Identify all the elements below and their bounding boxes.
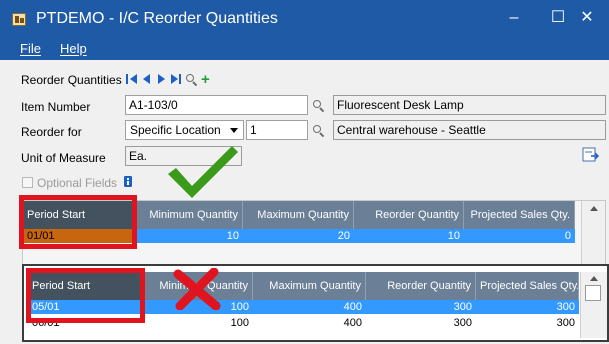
cell-reorder-quantity[interactable]: 10	[354, 229, 464, 243]
info-icon[interactable]	[123, 175, 133, 188]
header-maximum-quantity[interactable]: Maximum Quantity	[243, 201, 354, 229]
item-number-field[interactable]: A1-103/0	[125, 95, 308, 115]
finder-icon[interactable]	[186, 73, 198, 86]
form-area: Reorder Quantities + Item Number A1-103/…	[0, 60, 609, 344]
header-reorder-quantity[interactable]: Reorder Quantity	[354, 201, 464, 229]
menu-bar: File Help	[0, 38, 609, 60]
minimize-button[interactable]: –	[492, 0, 536, 38]
window-title: PTDEMO - I/C Reorder Quantities	[36, 10, 278, 27]
reorder-for-label: Reorder for	[21, 125, 82, 139]
cell-maximum-quantity[interactable]: 400	[253, 316, 366, 330]
scroll-up-icon[interactable]	[590, 206, 598, 211]
location-description-field: Central warehouse - Seattle	[333, 120, 606, 140]
last-record-icon[interactable]	[171, 73, 182, 85]
annotation-box-bottom	[26, 268, 145, 323]
cell-minimum-quantity[interactable]: 100	[143, 316, 253, 330]
reorder-for-value: Specific Location	[130, 123, 221, 137]
cell-reorder-quantity[interactable]: 300	[366, 316, 476, 330]
reorder-quantities-label: Reorder Quantities	[21, 73, 122, 87]
cell-minimum-quantity[interactable]: 10	[135, 229, 243, 243]
close-button[interactable]: ✕	[565, 0, 609, 38]
optional-fields-checkbox[interactable]	[22, 177, 33, 188]
scroll-thumb[interactable]	[585, 285, 601, 301]
bottom-grid-scrollbar[interactable]	[580, 272, 607, 338]
cell-projected-sales[interactable]: 300	[476, 300, 579, 314]
header-projected-sales[interactable]: Projected Sales Qty.	[476, 272, 579, 300]
previous-record-icon[interactable]	[141, 73, 152, 85]
menu-file[interactable]: File	[20, 41, 41, 56]
header-minimum-quantity[interactable]: Minimum Quantity	[135, 201, 243, 229]
item-number-label: Item Number	[21, 100, 91, 114]
red-x-icon	[173, 268, 221, 310]
cell-maximum-quantity[interactable]: 400	[253, 300, 366, 314]
next-record-icon[interactable]	[156, 73, 167, 85]
cell-reorder-quantity[interactable]: 300	[366, 300, 476, 314]
header-projected-sales[interactable]: Projected Sales Qty.	[464, 201, 575, 229]
optional-fields-label: Optional Fields	[37, 176, 118, 190]
cell-projected-sales[interactable]: 300	[476, 316, 579, 330]
green-checkmark-icon	[168, 146, 238, 198]
header-maximum-quantity[interactable]: Maximum Quantity	[253, 272, 366, 300]
item-finder-icon[interactable]	[313, 100, 325, 113]
menu-help[interactable]: Help	[60, 41, 87, 56]
chevron-down-icon	[230, 128, 238, 133]
cell-projected-sales[interactable]: 0	[464, 229, 575, 243]
annotation-box-top	[19, 195, 137, 249]
record-navigator: +	[126, 72, 210, 87]
export-icon[interactable]	[582, 147, 600, 163]
location-field[interactable]: 1	[246, 120, 308, 140]
new-record-icon[interactable]: +	[201, 72, 210, 87]
location-finder-icon[interactable]	[313, 125, 325, 138]
cell-maximum-quantity[interactable]: 20	[243, 229, 354, 243]
first-record-icon[interactable]	[126, 73, 137, 85]
title-bar: PTDEMO - I/C Reorder Quantities – ☐ ✕	[0, 0, 609, 38]
header-reorder-quantity[interactable]: Reorder Quantity	[366, 272, 476, 300]
reorder-for-dropdown[interactable]: Specific Location	[125, 120, 244, 140]
scroll-up-icon[interactable]	[590, 276, 598, 281]
app-icon	[12, 13, 26, 26]
item-description-field: Fluorescent Desk Lamp	[333, 95, 606, 115]
uom-label: Unit of Measure	[21, 151, 106, 165]
